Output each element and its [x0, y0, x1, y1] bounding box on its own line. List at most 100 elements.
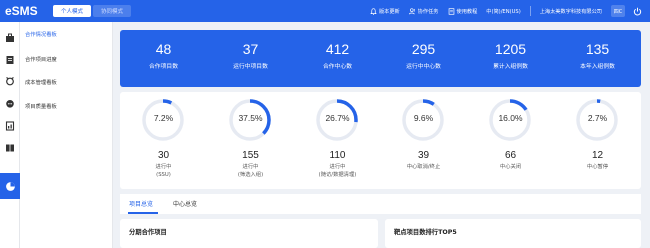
rail-item-briefcase[interactable] — [4, 32, 16, 44]
gauge-card: 2.7% 12 中心暂停 — [554, 92, 641, 189]
stat-label: 合作项目数 — [149, 64, 178, 70]
collab-mode-tab[interactable]: 协同模式 — [93, 5, 132, 17]
version-update-link[interactable]: 版本更新 — [370, 7, 400, 15]
stat-label: 运行中项目数 — [233, 64, 268, 70]
language-switch[interactable]: 中(简)/EN(US) — [486, 8, 520, 15]
gauge-count: 155 — [242, 150, 259, 161]
gauge-card: 16.0% 66 中心关闭 — [467, 92, 554, 189]
open-book-icon — [6, 144, 14, 152]
collab-tasks-label: 协作任务 — [417, 8, 439, 15]
stat-value: 295 — [411, 41, 436, 57]
personal-mode-tab[interactable]: 个人模式 — [53, 5, 92, 17]
subnav-item-cost-dashboard[interactable]: 成本管理看板 — [25, 78, 57, 86]
stat-card: 295 运行中中心数 — [380, 30, 467, 87]
version-update-label: 版本更新 — [378, 8, 400, 15]
gauge-count: 66 — [504, 150, 517, 161]
gauge-label-line2: (SSU) — [156, 171, 171, 178]
gauge-label-line2: (筛选入组) — [237, 171, 264, 178]
gauge-percent: 26.7% — [325, 113, 350, 123]
divider — [529, 6, 531, 16]
pie-chart-icon — [5, 181, 15, 191]
gauge-count: 39 — [417, 150, 430, 161]
gauge-label-line2: (随访/数据清理) — [318, 171, 357, 178]
subnav-item-cooperation-dashboard[interactable]: 合作情况看板 — [25, 30, 57, 38]
power-icon — [633, 7, 642, 15]
briefcase-icon — [6, 33, 14, 42]
company-name[interactable]: 上海太美数字科技有限公司 — [540, 8, 602, 15]
gauge-label: 进行中 (随访/数据清理) — [294, 164, 381, 179]
document-icon — [6, 56, 14, 64]
gauge-label: 中心取消/终止 — [380, 164, 467, 172]
tab-project-overview[interactable]: 项目总览 — [129, 199, 153, 208]
mode-switch: 个人模式 协同模式 — [53, 4, 132, 18]
rail-item-document[interactable] — [4, 54, 16, 66]
icon-rail — [0, 22, 20, 248]
stat-label: 累计入组例数 — [493, 64, 528, 70]
rail-item-book[interactable] — [4, 142, 16, 154]
rail-item-dashboard[interactable] — [4, 180, 16, 192]
logout-button[interactable] — [633, 7, 642, 16]
stat-label: 本年入组例数 — [580, 64, 615, 70]
alarm-icon — [6, 77, 14, 86]
gauge-label: 进行中 (SSU) — [120, 164, 207, 179]
subnav-item-project-progress[interactable]: 合作项目进度 — [25, 55, 57, 63]
gauge-label-line1: 进行中 — [155, 164, 172, 170]
gauge-label: 进行中 (筛选入组) — [207, 164, 294, 179]
gauge-label-line1: 进行中 — [242, 164, 259, 170]
subnav-item-quality-dashboard[interactable]: 项目质量看板 — [25, 102, 57, 110]
stat-value: 1205 — [494, 41, 527, 57]
stat-card: 412 合作中心数 — [294, 30, 381, 87]
gauge-label-line1: 中心暂停 — [586, 164, 609, 170]
gauge-card: 26.7% 110 进行中 (随访/数据清理) — [294, 92, 381, 189]
active-tab-indicator — [128, 212, 158, 214]
gauge-percent: 7.2% — [153, 113, 174, 123]
gauge-card: 9.6% 39 中心取消/终止 — [380, 92, 467, 189]
panel-title: 分期合作项目 — [129, 229, 167, 236]
stat-value: 412 — [325, 41, 350, 57]
tutorial-link[interactable]: 使用教程 — [448, 7, 478, 15]
bell-icon — [370, 7, 377, 15]
top-bar: eSMS 个人模式 协同模式 版本更新 协作任务 使用教程 中(简)/EN(US… — [0, 0, 650, 22]
stat-value: 135 — [585, 41, 610, 57]
book-icon — [448, 7, 454, 15]
gauge-label-line1: 进行中 — [329, 164, 346, 170]
stat-label: 合作中心数 — [323, 64, 352, 70]
stat-card: 135 本年入组例数 — [554, 30, 641, 87]
stat-card: 1205 累计入组例数 — [467, 30, 554, 87]
chat-icon — [6, 100, 14, 108]
gauge-label: 中心关闭 — [467, 164, 554, 172]
app-logo[interactable]: eSMS — [5, 4, 53, 18]
gauge-card: 7.2% 30 进行中 (SSU) — [120, 92, 207, 189]
gauge-count: 30 — [157, 150, 170, 161]
status-gauges-panel: 7.2% 30 进行中 (SSU) 37.5% 155 进行中 (筛选入组) 26.… — [120, 92, 641, 189]
top5-targets-panel: 靶点项目数排行TOP5 — [385, 219, 641, 248]
gauge-label-line1: 中心关闭 — [499, 164, 522, 170]
gauge-percent: 9.6% — [413, 113, 434, 123]
gauge-percent: 2.7% — [587, 113, 608, 123]
gauge-count: 110 — [329, 150, 346, 161]
stat-value: 48 — [155, 41, 172, 57]
stat-value: 37 — [242, 41, 259, 57]
gauge-label-line1: 中心取消/终止 — [406, 164, 441, 170]
users-icon — [408, 7, 415, 14]
tab-center-overview[interactable]: 中心总览 — [173, 199, 197, 208]
stat-card: 37 运行中项目数 — [207, 30, 294, 87]
gauge-card: 37.5% 155 进行中 (筛选入组) — [207, 92, 294, 189]
gauge-percent: 16.0% — [498, 113, 523, 123]
sub-navigation: 合作情况看板 合作项目进度 成本管理看板 项目质量看板 — [20, 22, 113, 248]
collab-tasks-link[interactable]: 协作任务 — [408, 7, 439, 15]
phase-projects-panel: 分期合作项目 — [120, 219, 378, 248]
panel-title: 靶点项目数排行TOP5 — [394, 229, 457, 236]
gauge-label: 中心暂停 — [554, 164, 641, 172]
avatar[interactable]: 四C — [611, 5, 625, 17]
overview-tabs: 项目总览 中心总览 — [120, 194, 641, 214]
summary-banner: 48 合作项目数 37 运行中项目数 412 合作中心数 295 运行中中心数 … — [120, 30, 641, 87]
rail-item-chat[interactable] — [4, 98, 16, 110]
stat-card: 48 合作项目数 — [120, 30, 207, 87]
rail-item-report[interactable] — [4, 120, 16, 132]
report-icon — [5, 121, 15, 131]
tutorial-label: 使用教程 — [456, 8, 478, 15]
stat-label: 运行中中心数 — [406, 64, 441, 70]
rail-item-alarm[interactable] — [4, 75, 16, 87]
gauge-count: 12 — [591, 150, 604, 161]
